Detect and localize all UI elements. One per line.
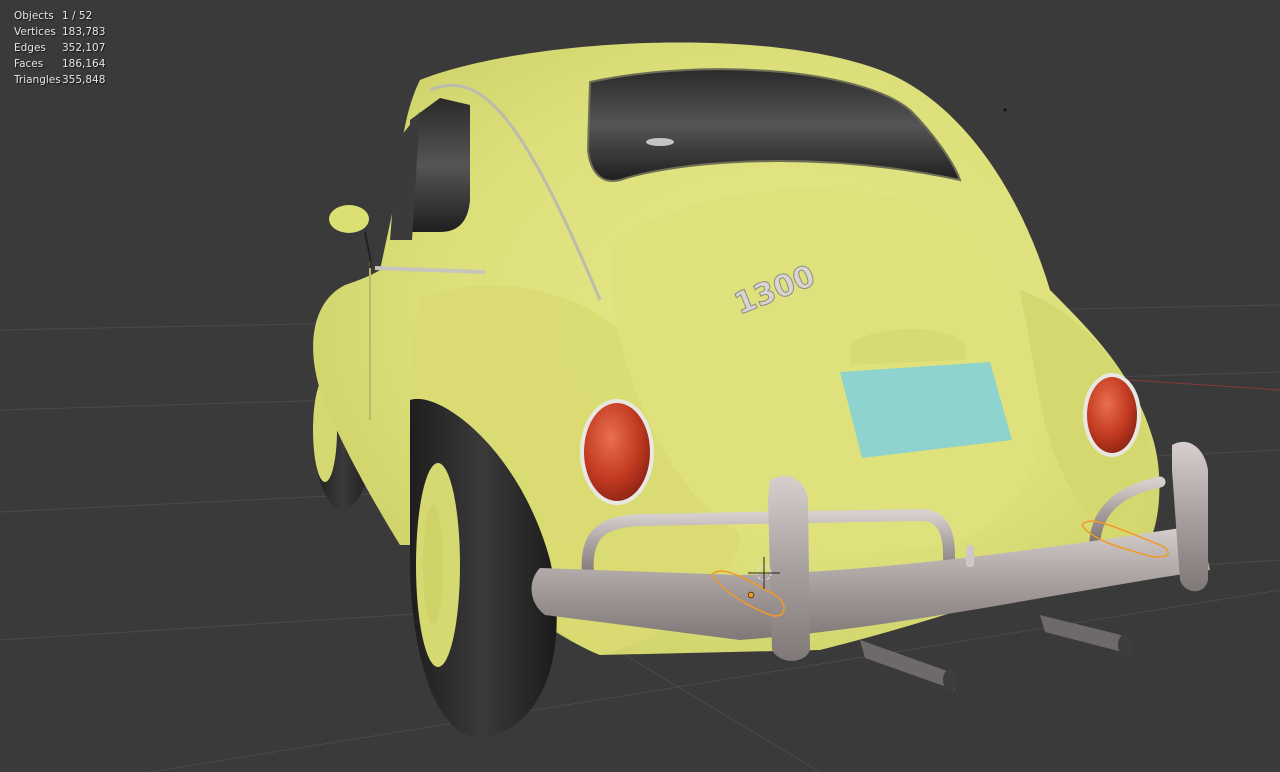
stat-label: Faces — [14, 58, 44, 70]
stat-row-edges: Edges 352,107 — [14, 40, 105, 56]
stat-value: 352,107 — [62, 42, 106, 54]
3d-viewport[interactable]: 1300 Objects 1 / 52 Vertices 183,783 Edg… — [0, 0, 1280, 772]
stat-row-vertices: Vertices 183,783 — [14, 24, 105, 40]
stat-label: Objects — [14, 10, 54, 22]
side-mirror — [329, 205, 372, 269]
stat-label: Edges — [14, 42, 46, 54]
side-windows — [390, 98, 470, 240]
stat-row-objects: Objects 1 / 52 — [14, 8, 105, 24]
stat-row-faces: Faces 186,164 — [14, 56, 105, 72]
taillight-right — [1083, 373, 1141, 457]
object-origin-icon — [747, 591, 755, 599]
stat-value: 183,783 — [62, 26, 106, 38]
taillight-left — [580, 399, 654, 505]
viewport-statistics-overlay: Objects 1 / 52 Vertices 183,783 Edges 352,107… — [14, 8, 105, 88]
viewport-scene[interactable]: 1300 — [0, 0, 1280, 772]
stat-label: Triangles — [14, 74, 61, 86]
stat-value: 355,848 — [62, 74, 106, 86]
stat-label: Vertices — [14, 26, 56, 38]
stat-value: 186,164 — [62, 58, 106, 70]
light-marker-icon — [1003, 108, 1007, 112]
stat-row-triangles: Triangles 355,848 — [14, 72, 105, 88]
stat-value: 1 / 52 — [62, 10, 93, 22]
window-glare — [646, 138, 674, 146]
